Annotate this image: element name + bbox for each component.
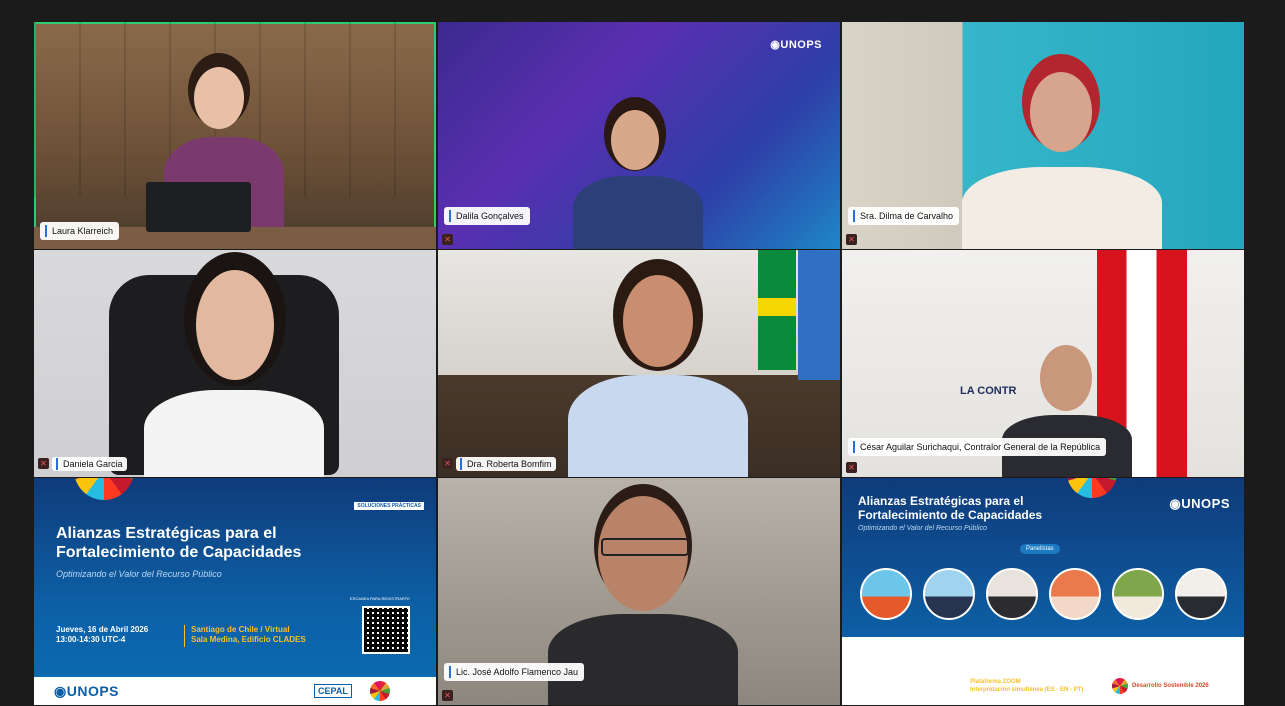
mic-muted-icon: ✕: [442, 234, 453, 245]
unops-logo-text: UNOPS: [780, 39, 822, 51]
mic-muted-icon: ✕: [38, 458, 49, 469]
participant-name: Lic. José Adolfo Flamenco Jau: [456, 667, 579, 677]
mic-muted-icon: ✕: [846, 462, 857, 473]
place-line2: Sala Medina, Edificio CLADES: [191, 635, 306, 644]
participant-name-label: Sra. Dilma de Carvalho: [848, 207, 960, 225]
panelists-pill: Panelistas: [1020, 544, 1060, 554]
video-tile-dilma-de-carvalho[interactable]: Sra. Dilma de Carvalho ✕: [842, 22, 1244, 249]
unops-logo-text: UNOPS: [1181, 496, 1230, 511]
participant-name-label: Daniela Garcia: [52, 457, 127, 471]
slide-title-line1: Alianzas Estratégicas para el: [858, 494, 1024, 508]
participant-name: César Aguilar Surichaqui, Contralor Gene…: [860, 442, 1101, 452]
forum-title: Desarrollo Sostenible 2026: [1132, 683, 1209, 689]
badge: SOLUCIONES PRÁCTICAS: [354, 502, 424, 510]
video-grid: Laura Klarreich ◉UNOPS Dalila Gonçalves …: [34, 22, 1244, 705]
date-line2: 13:00-14:30 UTC-4: [56, 635, 126, 644]
participant-name-label: Dalila Gonçalves: [444, 207, 530, 225]
unops-logo: ◉UNOPS: [54, 683, 119, 700]
person: [1002, 345, 1132, 477]
participant-name-label: Laura Klarreich: [40, 222, 120, 240]
shared-slide-right[interactable]: Alianzas Estratégicas para el Fortalecim…: [842, 478, 1244, 705]
slide-title: Alianzas Estratégicas para el Fortalecim…: [858, 494, 1042, 522]
date-line1: Jueves, 16 de Abril 2026: [858, 679, 928, 685]
slide-subtitle: Optimizando el Valor del Recurso Público: [56, 569, 222, 579]
participant-name: Dalila Gonçalves: [456, 211, 524, 221]
mic-muted-icon: ✕: [442, 690, 453, 701]
unops-logo: ◉UNOPS: [770, 38, 822, 51]
panelist-avatar: [860, 568, 912, 620]
participant-name-label: Lic. José Adolfo Flamenco Jau: [444, 663, 585, 681]
panelists-label: Panelistas: [1026, 546, 1054, 552]
event-date: Jueves, 16 de Abril 2026 13:00-14:30 UTC…: [56, 625, 148, 645]
globe-icon: ◉: [54, 683, 67, 699]
globe-icon: ◉: [1169, 496, 1182, 511]
participant-name: Daniela Garcia: [63, 459, 123, 469]
participant-name: Laura Klarreich: [52, 226, 114, 236]
globe-icon: ◉: [770, 39, 781, 51]
date-line2: 13:00-14:30 UTC-4: [858, 687, 911, 693]
flag-blue: [798, 250, 840, 380]
glasses: [601, 538, 689, 556]
slide-subtitle: Optimizando el Valor del Recurso Público: [858, 525, 987, 532]
qr-caption: ESCANEA PARA REGISTRARTE: [350, 596, 410, 601]
event-date: Jueves, 16 de Abril 2026 13:00-14:30 UTC…: [858, 678, 927, 694]
sdg-logo-icon: [1112, 678, 1128, 694]
panelist-avatar: [1049, 568, 1101, 620]
mic-muted-icon: ✕: [442, 458, 453, 469]
video-tile-cesar-aguilar[interactable]: LA CONTR César Aguilar Surichaqui, Contr…: [842, 250, 1244, 477]
video-tile-dalila-goncalves[interactable]: ◉UNOPS Dalila Gonçalves ✕: [438, 22, 840, 249]
platform-info: Plataforma ZOOM Interpretación simultáne…: [970, 678, 1083, 694]
panelist-avatar: [923, 568, 975, 620]
sdg-wheel-icon: [1067, 478, 1117, 498]
video-tile-roberta-bomfim[interactable]: ✕ Dra. Roberta Bomfim: [438, 250, 840, 477]
cepal-logo: CEPAL: [314, 684, 352, 698]
unops-logo: ◉UNOPS: [1169, 496, 1230, 512]
panelist-avatar: [1175, 568, 1227, 620]
person: [563, 110, 713, 249]
sdg-wheel-icon: [74, 478, 134, 500]
shared-slide-left[interactable]: SOLUCIONES PRÁCTICAS Alianzas Estratégic…: [34, 478, 436, 705]
person: [124, 270, 344, 477]
event-place: Santiago de Chile / Virtual Sala Medina,…: [191, 625, 306, 645]
laptop: [146, 182, 251, 232]
participant-name: Sra. Dilma de Carvalho: [860, 211, 954, 221]
participant-name-label: César Aguilar Surichaqui, Contralor Gene…: [848, 438, 1107, 456]
divider: [184, 625, 185, 647]
person: [962, 72, 1162, 249]
slide-title-line1: Alianzas Estratégicas para el: [56, 525, 277, 542]
participant-name: Dra. Roberta Bomfim: [467, 459, 552, 469]
platform-line1: Plataforma ZOOM: [970, 679, 1021, 685]
panelist-avatar: [986, 568, 1038, 620]
video-tile-daniela-garcia[interactable]: ✕ Daniela Garcia: [34, 250, 436, 477]
cepal-logo-text: CEPAL: [318, 686, 348, 696]
unops-logo-text: UNOPS: [66, 683, 120, 699]
badge-text: SOLUCIONES PRÁCTICAS: [357, 503, 421, 509]
slide-footer: ◉UNOPS CEPAL: [34, 677, 436, 705]
mic-muted-icon: ✕: [846, 234, 857, 245]
person: [568, 275, 748, 477]
participant-name-label: Dra. Roberta Bomfim: [456, 457, 556, 471]
date-line1: Jueves, 16 de Abril 2026: [56, 625, 149, 634]
place-line1: Santiago de Chile / Virtual: [191, 625, 290, 634]
panelist-avatar: [1112, 568, 1164, 620]
slide-title: Alianzas Estratégicas para el Fortalecim…: [56, 524, 301, 562]
video-tile-jose-flamenco[interactable]: Lic. José Adolfo Flamenco Jau ✕: [438, 478, 840, 705]
slide-title-line2: Fortalecimiento de Capacidades: [56, 544, 302, 561]
sdg-logo-icon: [370, 681, 390, 701]
video-tile-laura-klarreich[interactable]: Laura Klarreich: [34, 22, 436, 249]
platform-line2: Interpretación simultánea (ES - EN - PT): [970, 687, 1084, 693]
flag-brazil: [758, 250, 796, 370]
slide-title-line2: Fortalecimiento de Capacidades: [858, 508, 1043, 522]
qr-code[interactable]: [362, 606, 410, 654]
